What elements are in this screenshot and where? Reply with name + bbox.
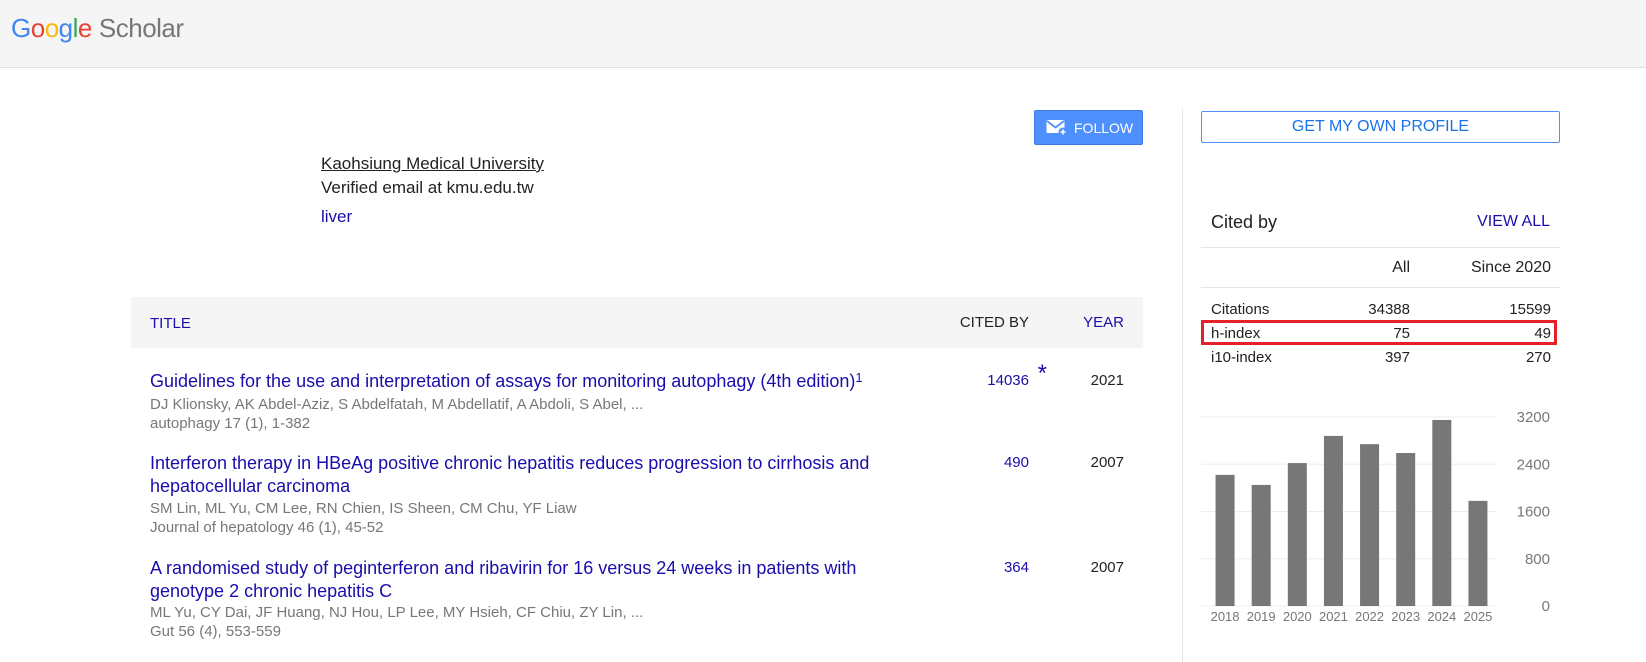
publication-superscript: 1 — [855, 370, 863, 385]
publication-venue: autophagy 17 (1), 1-382 — [150, 415, 311, 432]
stat-all: 397 — [1384, 349, 1410, 366]
chart-bar-2020[interactable] — [1287, 463, 1307, 606]
stat-since: 270 — [1525, 349, 1551, 366]
citations-bar-chart: 3200 2400 1600 800 0 2018 2019 2020 2021 2022 2023… — [1201, 409, 1550, 624]
chart-bar-2023[interactable] — [1396, 453, 1416, 606]
citations-per-year-chart: 3200 2400 1600 800 0 2018 2019 2020 2021 2022 2023… — [1201, 400, 1560, 630]
h-index-highlight-box — [1201, 320, 1557, 345]
google-scholar-logo[interactable]: Google Scholar — [11, 13, 184, 43]
publication-authors: SM Lin, ML Yu, CM Lee, RN Chien, IS Shee… — [150, 500, 577, 517]
publication-table-header: TITLE CITED BY YEAR — [131, 297, 1143, 348]
affiliation-link[interactable]: Kaohsiung Medical University — [321, 154, 544, 174]
chart-x-tick-label: 2019 — [1247, 609, 1276, 624]
chart-x-tick-label: 2023 — [1391, 609, 1420, 624]
interest-link-liver[interactable]: liver — [321, 207, 352, 227]
publication-title-link[interactable]: Guidelines for the use and interpretatio… — [150, 370, 920, 393]
verified-email: Verified email at kmu.edu.tw — [321, 178, 534, 197]
chart-y-tick-label: 1600 — [1517, 504, 1550, 521]
cited-by-heading: Cited by — [1211, 212, 1278, 232]
publication-venue: Gut 56 (4), 553-559 — [150, 623, 281, 640]
logo-letter: e — [77, 13, 92, 43]
stat-label[interactable]: Citations — [1211, 301, 1269, 318]
publication-year: 2007 — [1090, 559, 1124, 576]
chart-y-tick-label: 800 — [1525, 551, 1550, 568]
cited-by-count[interactable]: 490 — [1004, 454, 1029, 471]
chart-y-tick-label: 3200 — [1517, 409, 1550, 426]
chart-bar-2024[interactable] — [1432, 419, 1452, 606]
mail-plus-icon — [1046, 119, 1068, 137]
chart-x-tick-label: 2018 — [1211, 609, 1240, 624]
publication-authors: ML Yu, CY Dai, JF Huang, NJ Hou, LP Lee,… — [150, 604, 644, 621]
divider — [1201, 287, 1560, 288]
publication-year: 2007 — [1090, 454, 1124, 471]
logo-letter: o — [44, 13, 59, 43]
cited-by-count[interactable]: 364 — [1004, 559, 1029, 576]
stats-col-since: Since 2020 — [1470, 259, 1551, 276]
chart-x-tick-label: 2022 — [1355, 609, 1384, 624]
publication-year: 2021 — [1090, 372, 1124, 389]
get-my-own-profile-button[interactable]: GET MY OWN PROFILE — [1201, 111, 1560, 143]
chart-y-tick-label: 0 — [1542, 598, 1550, 615]
cited-by-count[interactable]: 14036 — [987, 372, 1029, 389]
stat-since: 15599 — [1509, 301, 1551, 318]
chart-bar-2022[interactable] — [1360, 444, 1380, 606]
stat-row-citations: Citations 34388 15599 — [1201, 298, 1560, 322]
logo-letter: o — [30, 13, 45, 43]
column-divider — [1182, 108, 1183, 662]
logo-letter: g — [58, 13, 73, 43]
chart-x-tick-label: 2025 — [1463, 609, 1492, 624]
publication-title-link[interactable]: Interferon therapy in HBeAg positive chr… — [150, 452, 920, 498]
chart-x-tick-label: 2024 — [1427, 609, 1456, 624]
top-bar: Google Scholar — [0, 0, 1646, 68]
chart-x-tick-label: 2021 — [1319, 609, 1348, 624]
publication-title-text: Guidelines for the use and interpretatio… — [150, 371, 856, 391]
stat-label[interactable]: i10-index — [1211, 349, 1272, 366]
chart-bar-2018[interactable] — [1215, 474, 1235, 606]
view-all-link[interactable]: VIEW ALL — [1477, 213, 1550, 231]
publication-venue: Journal of hepatology 46 (1), 45-52 — [150, 519, 384, 536]
follow-label: FOLLOW — [1074, 119, 1134, 136]
follow-button[interactable]: FOLLOW — [1034, 110, 1143, 145]
cited-by-header: CITED BY — [959, 314, 1029, 331]
stats-col-all: All — [1392, 259, 1410, 276]
sort-by-title[interactable]: TITLE — [150, 315, 191, 332]
logo-letter: G — [11, 13, 31, 43]
stat-all: 34388 — [1368, 301, 1410, 318]
chart-bar-2021[interactable] — [1323, 435, 1343, 606]
merged-citations-star[interactable]: * — [1038, 360, 1047, 388]
logo-suffix: Scholar — [98, 13, 184, 43]
chart-bar-2019[interactable] — [1251, 484, 1271, 606]
publication-authors: DJ Klionsky, AK Abdel-Aziz, S Abdelfatah… — [150, 396, 644, 413]
sort-by-year[interactable]: YEAR — [1083, 314, 1124, 331]
chart-bar-2025[interactable] — [1468, 500, 1488, 606]
chart-y-tick-label: 2400 — [1517, 456, 1550, 473]
chart-x-tick-label: 2020 — [1283, 609, 1312, 624]
publication-title-link[interactable]: A randomised study of peginterferon and … — [150, 557, 920, 603]
divider — [1201, 247, 1560, 248]
stat-row-i10-index: i10-index 397 270 — [1201, 346, 1560, 370]
